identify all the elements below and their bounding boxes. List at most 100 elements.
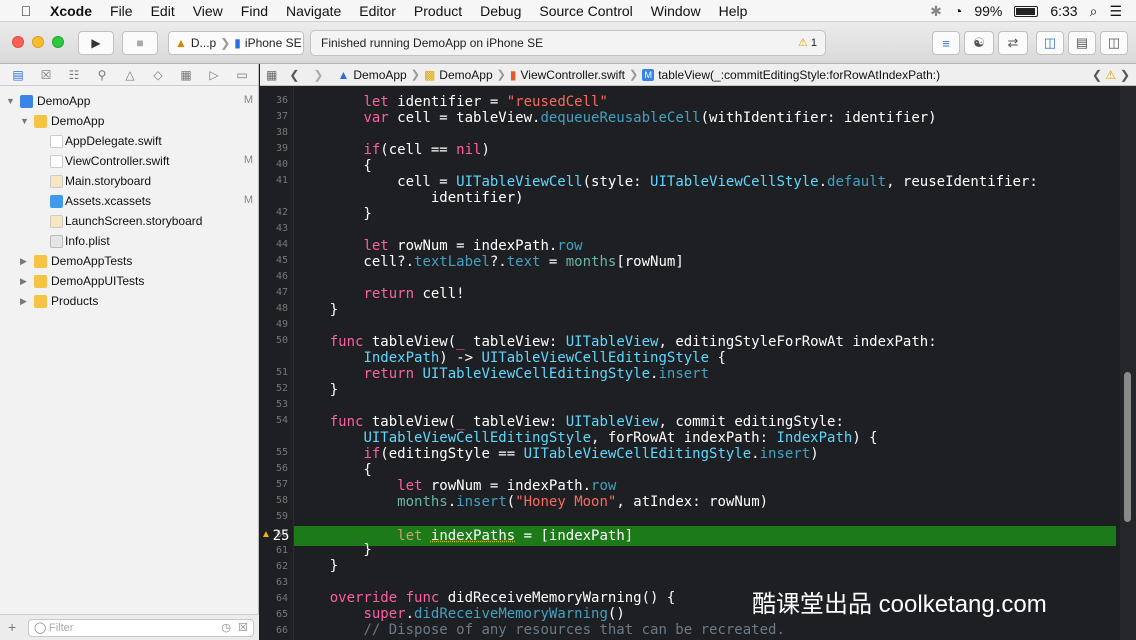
- tree-item-group[interactable]: ▶ DemoAppTests: [0, 251, 259, 271]
- filter-input[interactable]: ◯ Filter ◷ ☒: [28, 619, 254, 637]
- disclosure-open-icon[interactable]: ▼: [20, 116, 29, 126]
- menu-window[interactable]: Window: [651, 3, 701, 19]
- disclosure-closed-icon[interactable]: ▶: [20, 276, 27, 287]
- code-line: }: [296, 382, 339, 398]
- breakpoint-icon[interactable]: ▷: [204, 68, 224, 82]
- standard-editor-icon: ≡: [942, 35, 950, 51]
- filter-placeholder: Filter: [49, 622, 74, 634]
- line-number: 65: [275, 609, 288, 620]
- close-window-button[interactable]: [12, 36, 24, 48]
- symbol-icon[interactable]: ☷: [64, 68, 84, 82]
- recent-files-icon[interactable]: ◷: [221, 620, 231, 636]
- forward-icon[interactable]: ❯: [313, 68, 323, 82]
- status-area: ✱ ◔ 99% 6:33 ⌕ ☰: [930, 0, 1136, 22]
- debug-icon[interactable]: ▦: [176, 68, 196, 82]
- scm-filter-icon[interactable]: ☒: [238, 620, 248, 636]
- test-icon[interactable]: ◇: [148, 68, 168, 82]
- line-number: 51: [275, 367, 288, 378]
- code-line: override func didReceiveMemoryWarning() …: [329, 590, 676, 606]
- tree-label: DemoApp: [37, 94, 91, 108]
- minimize-window-button[interactable]: [32, 36, 44, 48]
- swift-file-icon: [50, 135, 63, 148]
- standard-editor-button[interactable]: ≡: [932, 31, 960, 55]
- scrollbar-thumb[interactable]: [1124, 372, 1131, 522]
- issue-warning-icon[interactable]: ⚠: [1105, 68, 1116, 82]
- issue-icon[interactable]: △: [120, 68, 140, 82]
- crumb-project[interactable]: DemoApp: [353, 68, 406, 82]
- tree-item-file[interactable]: LaunchScreen.storyboard: [0, 211, 259, 231]
- toggle-navigator-button[interactable]: ◫: [1036, 31, 1064, 55]
- run-button[interactable]: ▶: [78, 31, 114, 55]
- scm-badge: M: [243, 194, 253, 206]
- spotlight-icon[interactable]: ⌕: [1090, 3, 1098, 20]
- code-line: months.insert("Honey Moon", atIndex: row…: [397, 494, 769, 510]
- version-editor-button[interactable]: ⇄: [998, 31, 1028, 55]
- tree-item-group[interactable]: ▶ DemoAppUITests: [0, 271, 259, 291]
- menu-navigate[interactable]: Navigate: [286, 3, 341, 19]
- bluetooth-icon[interactable]: ✱: [930, 3, 942, 20]
- crumb-file[interactable]: ViewController.swift: [521, 68, 625, 82]
- scheme-selector[interactable]: ▲ D...p ❯ ▮ iPhone SE: [168, 31, 304, 55]
- menu-debug[interactable]: Debug: [480, 3, 521, 19]
- search-icon[interactable]: ⚲: [92, 68, 112, 82]
- menu-find[interactable]: Find: [241, 3, 268, 19]
- crumb-group[interactable]: DemoApp: [439, 68, 492, 82]
- tree-label: Products: [51, 294, 99, 308]
- line-number: 46: [275, 271, 288, 282]
- source-control-icon[interactable]: ☒: [36, 68, 56, 82]
- menu-view[interactable]: View: [193, 3, 223, 19]
- wifi-icon[interactable]: ◔: [954, 3, 962, 19]
- line-number: 45: [275, 255, 288, 266]
- line-number: 56: [275, 463, 288, 474]
- battery-icon[interactable]: [1014, 5, 1039, 17]
- menu-edit[interactable]: Edit: [151, 3, 175, 19]
- tree-item-project[interactable]: ▼ DemoApp M: [0, 91, 259, 111]
- issue-forward-icon[interactable]: ❯: [1120, 68, 1130, 82]
- storyboard-icon: [50, 175, 63, 188]
- menu-editor[interactable]: Editor: [359, 3, 396, 19]
- tree-item-file[interactable]: Main.storyboard: [0, 171, 259, 191]
- toggle-utilities-button[interactable]: ◫: [1100, 31, 1128, 55]
- stop-icon: ■: [136, 36, 144, 50]
- menu-product[interactable]: Product: [414, 3, 462, 19]
- stop-button[interactable]: ■: [122, 31, 158, 55]
- toggle-debug-area-button[interactable]: ▤: [1068, 31, 1096, 55]
- folder-icon: [34, 295, 47, 308]
- line-number: 62: [275, 561, 288, 572]
- toolbar: ▶ ■ ▲ D...p ❯ ▮ iPhone SE Finished runni…: [0, 22, 1136, 64]
- vertical-scrollbar[interactable]: [1120, 86, 1136, 640]
- tree-item-file[interactable]: ViewController.swift M: [0, 151, 259, 171]
- disclosure-closed-icon[interactable]: ▶: [20, 256, 27, 267]
- clock[interactable]: 6:33: [1050, 3, 1077, 19]
- issue-back-icon[interactable]: ❮: [1092, 68, 1102, 82]
- notification-center-icon[interactable]: ☰: [1109, 3, 1122, 20]
- tree-item-file[interactable]: Info.plist: [0, 231, 259, 251]
- related-items-icon[interactable]: ▦: [266, 68, 277, 82]
- disclosure-open-icon[interactable]: ▼: [6, 96, 15, 106]
- tree-item-group[interactable]: ▼ DemoApp: [0, 111, 259, 131]
- code-line: UITableViewCellEditingStyle, forRowAt in…: [363, 430, 878, 446]
- add-icon[interactable]: +: [8, 619, 16, 635]
- back-icon[interactable]: ❮: [289, 68, 299, 82]
- crumb-method[interactable]: tableView(_:commitEditingStyle:forRowAtI…: [658, 68, 940, 82]
- warning-count: 1: [810, 36, 817, 49]
- line-number: 61: [275, 545, 288, 556]
- zoom-window-button[interactable]: [52, 36, 64, 48]
- code-area[interactable]: let identifier = "reusedCell" var cell =…: [296, 86, 1136, 640]
- apple-menu-icon[interactable]: : [16, 3, 36, 19]
- tree-item-group[interactable]: ▶ Products: [0, 291, 259, 311]
- line-number: 44: [275, 239, 288, 250]
- menu-file[interactable]: File: [110, 3, 133, 19]
- folder-icon: [34, 255, 47, 268]
- tree-item-file[interactable]: AppDelegate.swift: [0, 131, 259, 151]
- warning-indicator[interactable]: ⚠ 1: [798, 36, 817, 50]
- menu-app[interactable]: Xcode: [50, 3, 92, 19]
- line-number: 59: [275, 511, 288, 522]
- assistant-editor-button[interactable]: ☯: [964, 31, 994, 55]
- folder-icon[interactable]: ▤: [8, 68, 28, 82]
- menu-help[interactable]: Help: [719, 3, 748, 19]
- report-icon[interactable]: ▭: [232, 68, 252, 82]
- tree-item-file[interactable]: Assets.xcassets M: [0, 191, 259, 211]
- disclosure-closed-icon[interactable]: ▶: [20, 296, 27, 307]
- menu-source-control[interactable]: Source Control: [539, 3, 632, 19]
